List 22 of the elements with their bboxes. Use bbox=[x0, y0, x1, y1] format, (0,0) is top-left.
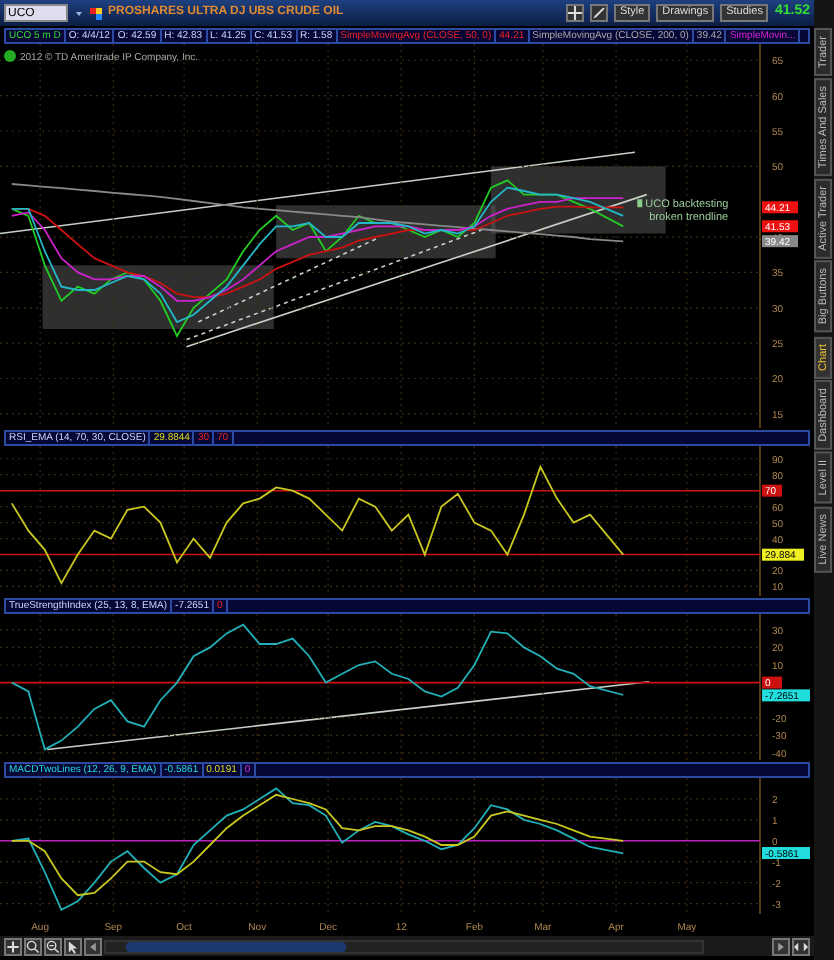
crosshair-button[interactable] bbox=[565, 4, 584, 22]
scroll-left-icon bbox=[86, 939, 100, 953]
pointer-icon bbox=[66, 939, 80, 953]
pencil-icon bbox=[591, 6, 606, 20]
pencil-button[interactable] bbox=[589, 4, 608, 22]
add-icon bbox=[6, 939, 20, 953]
add-button[interactable] bbox=[4, 937, 22, 955]
expand-button[interactable] bbox=[792, 937, 810, 955]
logo-icon bbox=[4, 50, 16, 62]
expand-icon bbox=[794, 939, 808, 953]
zoom-in-button[interactable] bbox=[24, 937, 42, 955]
scroll-right-icon bbox=[774, 939, 788, 953]
colored-squares-icon bbox=[90, 7, 102, 19]
pointer-button[interactable] bbox=[64, 937, 82, 955]
zoom-out-button[interactable] bbox=[44, 937, 62, 955]
scrollbar-thumb[interactable] bbox=[126, 941, 346, 951]
scroll-right-button[interactable] bbox=[772, 937, 790, 955]
scroll-left-button[interactable] bbox=[84, 937, 102, 955]
crosshair-icon bbox=[567, 6, 582, 20]
note-marker-icon bbox=[637, 199, 643, 208]
zoom-out-icon bbox=[46, 939, 60, 953]
zoom-in-icon bbox=[26, 939, 40, 953]
